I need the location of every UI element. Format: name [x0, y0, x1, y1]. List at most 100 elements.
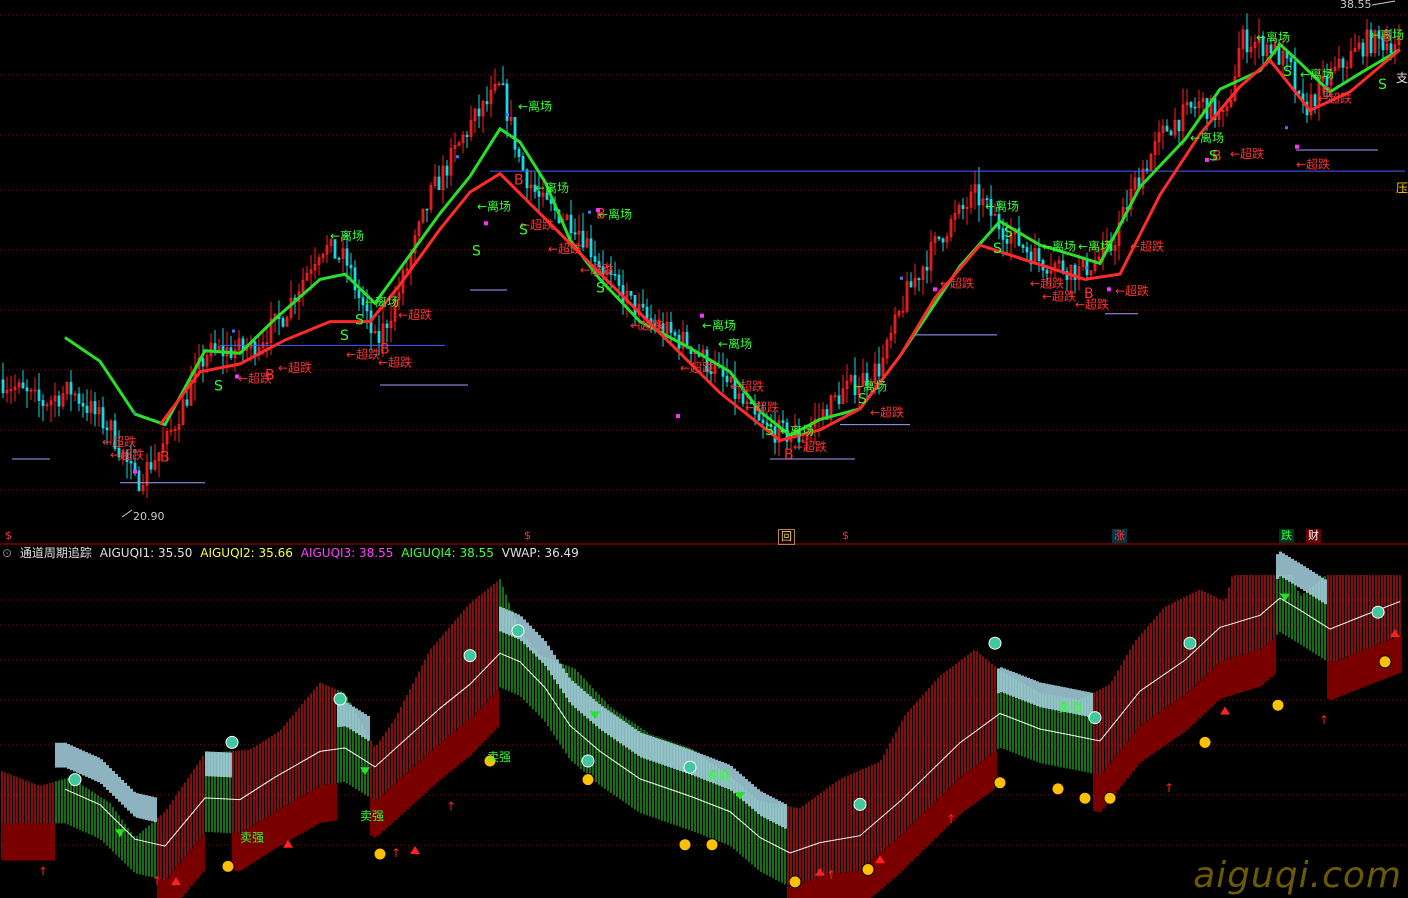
indicator-cloud — [94, 756, 97, 781]
indicator-cloud — [601, 706, 604, 732]
up-triangle — [1220, 706, 1230, 715]
candle-body — [877, 363, 881, 377]
oversold-label: ←超跌 — [110, 447, 144, 462]
indicator-cloud — [88, 753, 91, 779]
indicator-band — [1333, 661, 1336, 699]
indicator-cloud — [547, 645, 550, 671]
stock-chart[interactable]: ←离场←离场←离场←离场←离场←离场←离场←离场←离场←离场←离场←离场 ←离场←… — [0, 0, 1408, 898]
indicator-cloud — [97, 757, 100, 783]
signal-box-7[interactable]: 财 — [1306, 529, 1321, 543]
indicator-cloud — [751, 784, 754, 809]
marker-dot — [1295, 144, 1299, 149]
signal-box-6[interactable]: 跌 — [1279, 529, 1294, 543]
candle-body — [633, 294, 637, 316]
indicator-cloud — [364, 714, 367, 739]
candle-body — [1269, 44, 1273, 54]
candle-body — [761, 419, 765, 424]
indicator-band — [310, 790, 313, 828]
indicator-band — [1264, 645, 1267, 683]
indicator-cloud — [544, 641, 547, 666]
indicator-band — [40, 823, 43, 861]
indicator-band — [1159, 711, 1162, 749]
oversold-label: ←超跌 — [680, 360, 714, 375]
indicator-band — [1222, 660, 1225, 698]
indicator-cloud — [154, 797, 157, 823]
candle-body — [57, 395, 61, 407]
signal-box-1[interactable]: $ — [3, 529, 14, 543]
candle-body — [581, 230, 585, 248]
marker-dot — [484, 221, 488, 226]
orange-circle — [373, 847, 387, 861]
indicator-cloud — [541, 638, 544, 663]
candle-body — [1025, 247, 1029, 253]
candle-body — [349, 264, 353, 269]
indicator-band — [325, 784, 328, 822]
indicator-band — [1150, 717, 1153, 755]
exit-label: ←离场 — [702, 318, 736, 333]
candle-body — [137, 470, 141, 491]
indicator-cloud — [1012, 672, 1015, 697]
indicator-cloud — [733, 768, 736, 794]
indicator-cloud — [571, 680, 574, 706]
candle-body — [977, 184, 981, 206]
indicator-band — [811, 879, 814, 898]
indicator-band — [1375, 644, 1378, 683]
indicator-cloud — [1084, 691, 1087, 717]
candle-body — [1245, 29, 1249, 53]
indicator-cloud — [526, 622, 529, 648]
candle-body — [21, 382, 25, 389]
indicator-band — [817, 877, 820, 898]
indicator-cloud — [223, 752, 226, 778]
candle-body — [213, 343, 217, 350]
signal-box-2[interactable]: $ — [522, 529, 533, 543]
indicator-band — [925, 810, 928, 848]
indicator-cloud — [631, 726, 634, 752]
teal-circle — [853, 797, 867, 811]
indicator-cloud — [1045, 683, 1048, 709]
indicator-cloud — [118, 776, 121, 802]
signal-box-5[interactable]: 涨 — [1112, 529, 1127, 543]
indicator-name: 通道周期追踪 — [19, 546, 92, 560]
indicator-cloud — [1285, 555, 1288, 580]
indicator-band — [409, 769, 412, 807]
indicator-cloud — [604, 708, 607, 734]
indicator-band — [904, 830, 907, 868]
indicator-cloud — [106, 765, 109, 790]
indicator-band — [322, 785, 325, 823]
indicator-cloud — [1021, 675, 1024, 701]
indicator-cloud — [748, 781, 751, 807]
candle-body — [185, 399, 189, 406]
indicator-band — [10, 823, 13, 861]
signal-box-3[interactable]: 回 — [778, 529, 795, 545]
indicator-band — [451, 732, 454, 770]
indicator-cloud — [664, 741, 667, 766]
teal-circle — [225, 735, 239, 749]
candle-body — [37, 389, 41, 401]
legend-item-4: AIGUQI4: 38.55 — [401, 546, 494, 560]
teal-circle — [1088, 711, 1102, 725]
indicator-band — [820, 876, 823, 898]
indicator-band — [1354, 653, 1357, 691]
indicator-cloud — [64, 742, 67, 768]
indicator-band — [1, 823, 4, 861]
indicator-band — [1165, 707, 1168, 745]
indicator-band — [481, 705, 484, 744]
indicator-band — [1114, 756, 1117, 794]
indicator-band — [202, 834, 205, 872]
indicator-cloud — [745, 778, 748, 804]
indicator-band — [937, 798, 940, 836]
indicator-band — [1186, 692, 1189, 730]
indicator-band — [403, 774, 406, 813]
indicator-cloud — [130, 788, 133, 814]
indicator-band — [1345, 656, 1348, 694]
candle-body — [1169, 130, 1173, 136]
orange-circle — [1198, 735, 1212, 749]
collapse-icon[interactable]: ⊙ — [2, 546, 12, 560]
candle-body — [69, 381, 73, 395]
signal-box-4[interactable]: $ — [840, 529, 851, 543]
indicator-cloud — [553, 654, 556, 680]
sell-mark: S — [1378, 77, 1387, 93]
indicator-legend: ⊙ 通道周期追踪 AIGUQI1: 35.50 AIGUQI2: 35.66 A… — [2, 545, 583, 561]
indicator-band — [193, 845, 196, 883]
indicator-band — [901, 833, 904, 871]
